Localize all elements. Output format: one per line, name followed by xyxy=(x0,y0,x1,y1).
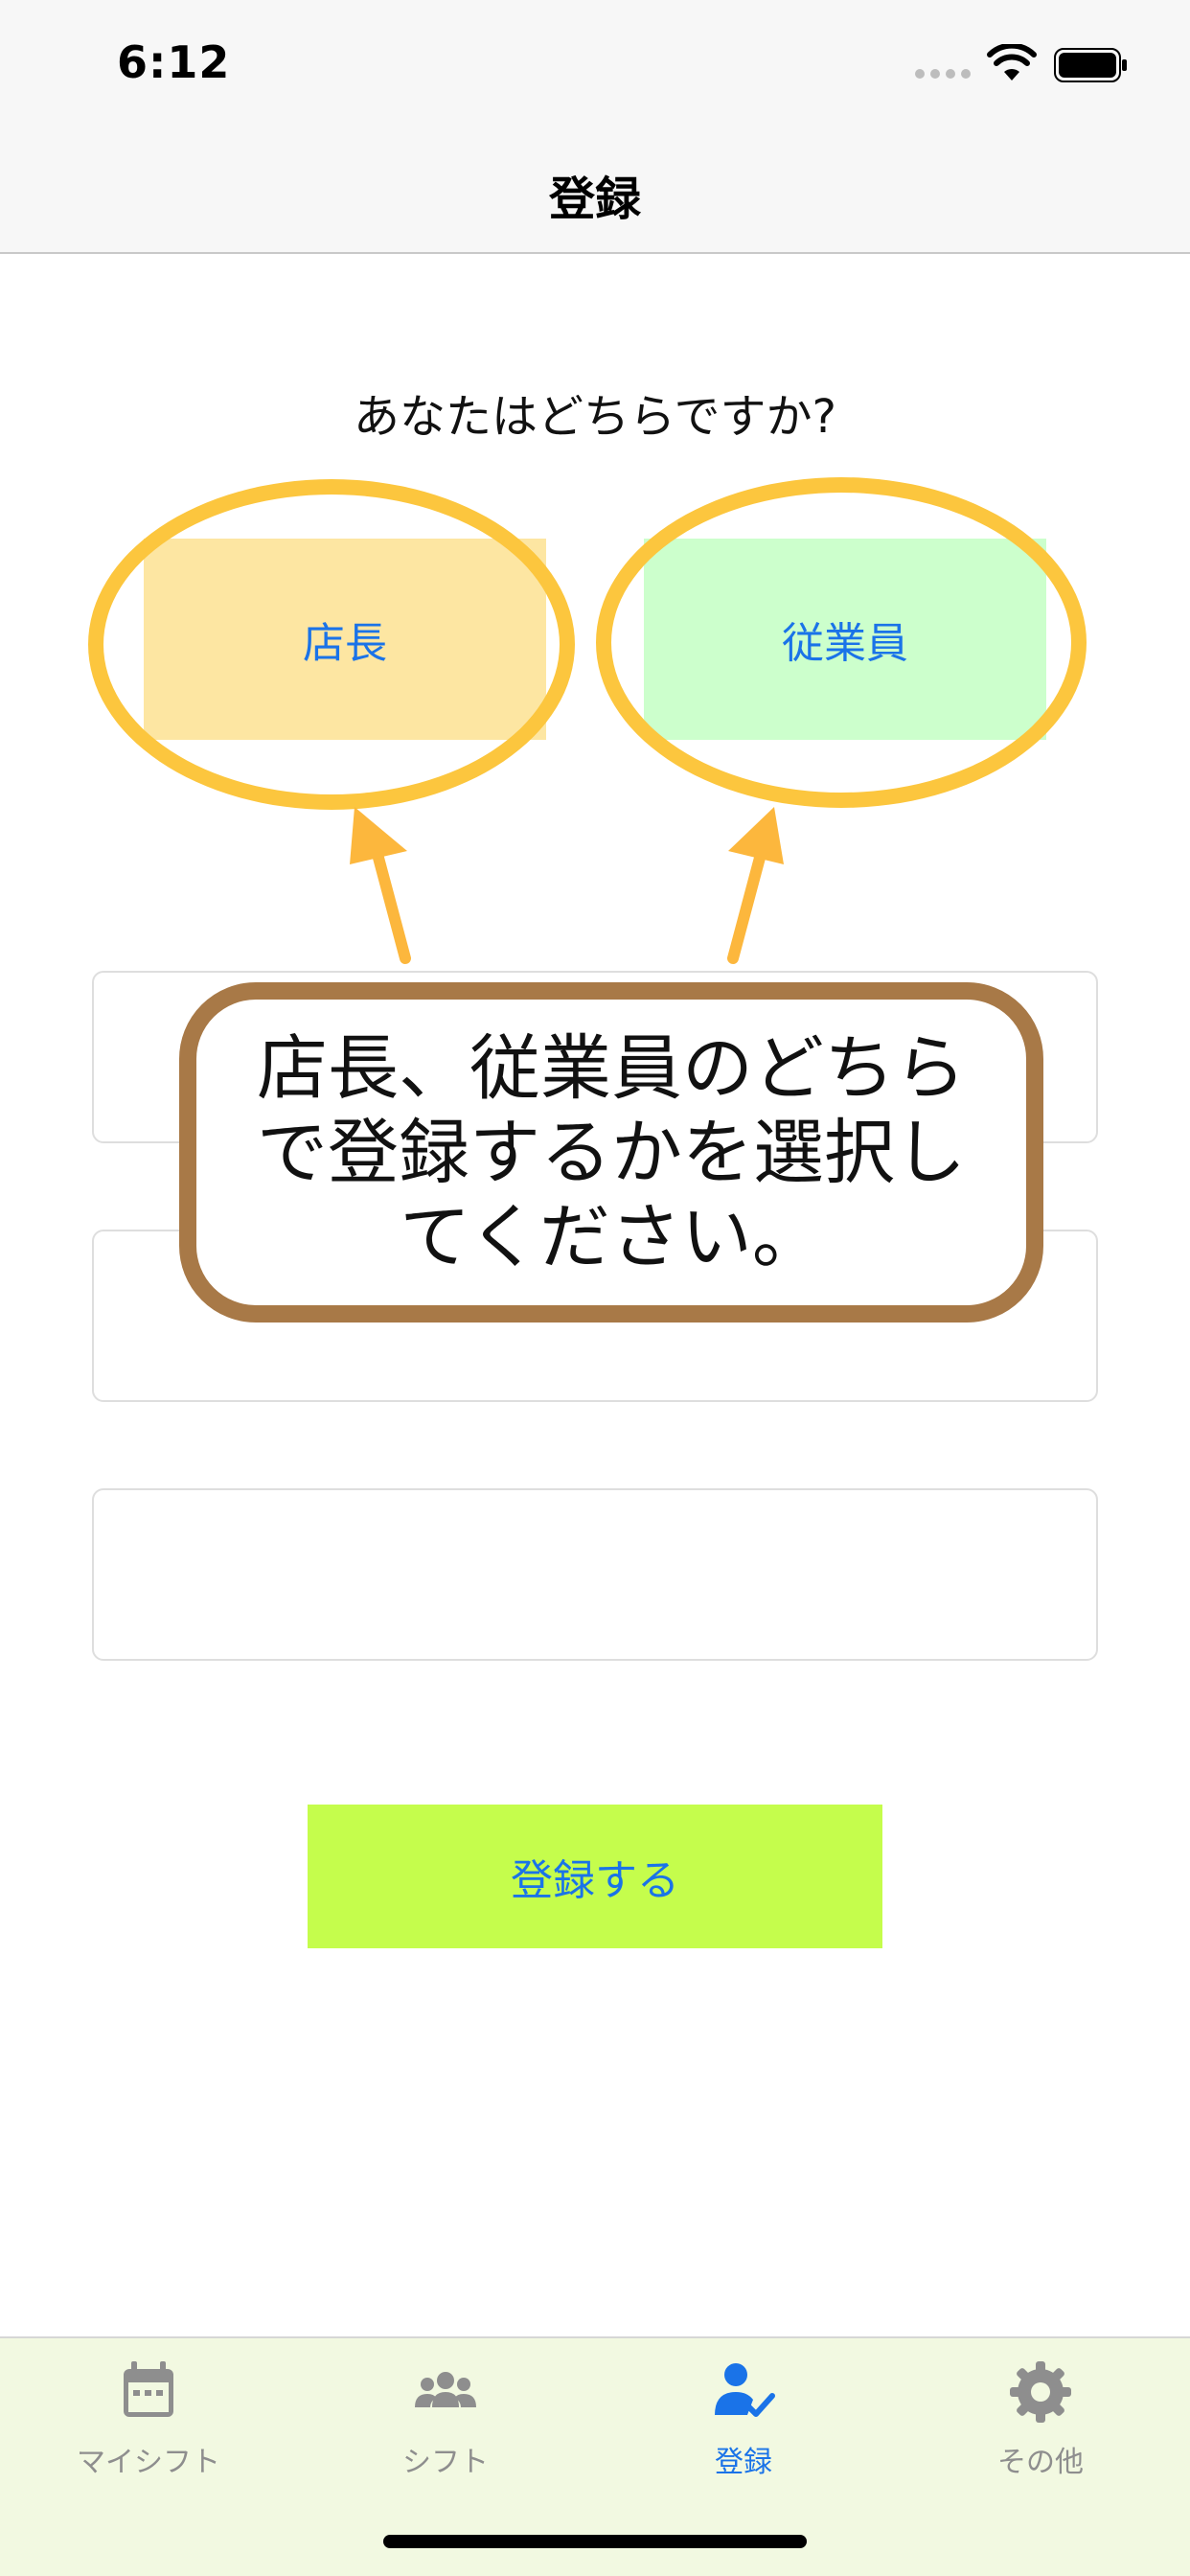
callout-line-2: で登録するかを選択し xyxy=(257,1111,966,1194)
employee-highlight-ring xyxy=(596,477,1087,808)
arrow-to-manager xyxy=(373,852,411,964)
callout-text: 店長、従業員のどちら で登録するかを選択し てください。 xyxy=(257,1026,966,1279)
person-check-icon xyxy=(715,2363,775,2417)
text-field-3[interactable] xyxy=(92,1488,1098,1661)
register-button[interactable]: 登録する xyxy=(308,1805,882,1948)
navigation-bar: 登録 xyxy=(0,134,1190,254)
tab-my-shift[interactable]: マイシフト xyxy=(43,2358,254,2501)
tab-other[interactable]: その他 xyxy=(935,2358,1146,2501)
tab-shift[interactable]: シフト xyxy=(340,2358,551,2501)
callout-line-3: てください。 xyxy=(400,1195,823,1278)
arrow-to-employee xyxy=(727,852,766,964)
pointer-arrows xyxy=(350,807,784,964)
callout-line-1: 店長、従業員のどちら xyxy=(257,1026,966,1110)
battery-icon xyxy=(1054,48,1127,82)
role-question: あなたはどちらですか? xyxy=(353,390,837,444)
tab-register[interactable]: 登録 xyxy=(638,2358,849,2501)
instruction-callout: 店長、従業員のどちら で登録するかを選択し てください。 xyxy=(179,982,1043,1322)
tab-register-label: 登録 xyxy=(715,2446,772,2479)
status-time: 6:12 xyxy=(117,36,231,88)
arrow-head-manager xyxy=(350,807,407,864)
manager-highlight-ring xyxy=(88,479,575,810)
arrow-head-employee xyxy=(728,807,784,864)
status-bar: 6:12 xyxy=(0,0,1190,134)
group-icon xyxy=(415,2372,476,2407)
page-title: 登録 xyxy=(548,172,641,226)
gear-icon xyxy=(1010,2361,1071,2423)
tab-shift-label: シフト xyxy=(402,2446,489,2479)
wifi-icon xyxy=(987,44,1037,80)
tab-my-shift-label: マイシフト xyxy=(77,2446,220,2479)
calendar-icon xyxy=(124,2361,173,2417)
home-indicator xyxy=(383,2535,807,2548)
tab-other-label: その他 xyxy=(997,2446,1084,2479)
cellular-signal-icon xyxy=(915,69,971,79)
